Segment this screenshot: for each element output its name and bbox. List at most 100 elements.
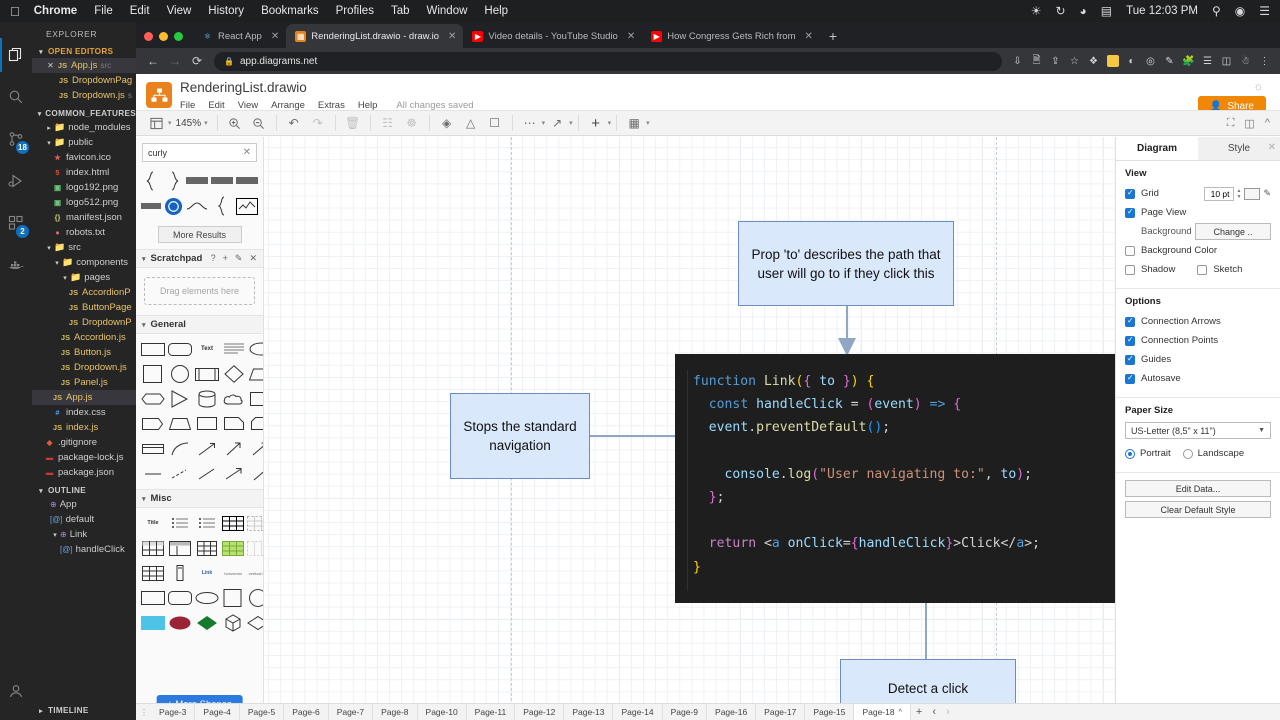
shape-table-header[interactable]: [141, 537, 165, 559]
shape-table-light[interactable]: [247, 537, 263, 559]
shape-horizontal-line[interactable]: horizontal: [222, 562, 244, 584]
shape-rounded-rect[interactable]: [168, 338, 192, 360]
page-tab[interactable]: Page-15: [805, 703, 855, 720]
connection-points-row[interactable]: Connection Points: [1125, 332, 1271, 349]
circle-icon[interactable]: ◐: [1122, 52, 1141, 71]
source-control-icon[interactable]: 18: [0, 118, 32, 160]
address-bar[interactable]: 🔒 app.diagrams.net: [214, 51, 1002, 71]
connection-points-checkbox[interactable]: [1125, 335, 1135, 346]
shape-curve[interactable]: [186, 195, 208, 217]
to-front-icon[interactable]: ☷: [376, 112, 400, 134]
wifi-icon[interactable]: ◕: [1080, 4, 1087, 18]
playlist-icon[interactable]: ☰: [1198, 52, 1217, 71]
add-page-button[interactable]: +: [911, 706, 927, 718]
minimize-window-button[interactable]: [159, 32, 168, 41]
pen-icon[interactable]: ✎: [1160, 52, 1179, 71]
menu-profiles[interactable]: Profiles: [336, 5, 374, 17]
background-change-button[interactable]: Change ..: [1195, 223, 1271, 240]
page-tab[interactable]: Page-9: [663, 703, 708, 720]
shape-note[interactable]: [222, 413, 246, 435]
menu-view[interactable]: View: [167, 5, 192, 17]
page-tab[interactable]: Page-16: [707, 703, 757, 720]
shape-circle[interactable]: [168, 363, 192, 385]
folder-item[interactable]: ▸ 📁 node_modules: [32, 120, 136, 135]
install-icon[interactable]: ⇩: [1008, 52, 1027, 71]
autosave-checkbox[interactable]: [1125, 373, 1135, 384]
tab-close-icon[interactable]: ✕: [448, 31, 456, 42]
explorer-icon[interactable]: [0, 34, 32, 76]
star-icon[interactable]: ☆: [1065, 52, 1084, 71]
file-item[interactable]: JS Button.js: [32, 345, 136, 360]
insert-shape-icon[interactable]: +: [584, 112, 608, 134]
section-open-editors[interactable]: ▾ OPEN EDITORS: [32, 45, 136, 58]
tab-close-icon[interactable]: ✕: [805, 31, 813, 42]
chevron-down-icon[interactable]: ▾: [646, 119, 650, 127]
reload-button[interactable]: ⟳: [186, 50, 208, 72]
shape-square[interactable]: [141, 363, 165, 385]
waypoints-icon[interactable]: ↗: [545, 112, 569, 134]
shape-brace[interactable]: [211, 195, 233, 217]
open-editor-app-js[interactable]: ✕ JS App.js src: [32, 58, 136, 73]
file-item[interactable]: 5 index.html: [32, 165, 136, 180]
spotlight-search-icon[interactable]: ⚲: [1212, 4, 1221, 18]
menu-file[interactable]: File: [94, 5, 113, 17]
redo-icon[interactable]: ↷: [306, 112, 330, 134]
tab-diagram[interactable]: Diagram: [1116, 137, 1198, 160]
folder-item[interactable]: ▾ 📁 public: [32, 135, 136, 150]
page-tab[interactable]: Page-7: [329, 703, 374, 720]
shape-vertical-label[interactable]: [168, 562, 192, 584]
help-icon[interactable]: ?: [211, 253, 216, 264]
shape-text[interactable]: Text: [195, 338, 219, 360]
scratchpad-section-header[interactable]: ▾ Scratchpad ? + ✎ ✕: [136, 249, 263, 268]
add-icon[interactable]: +: [223, 253, 228, 264]
file-item[interactable]: JS App.js: [32, 390, 136, 405]
page-icon[interactable]: 🗎: [1027, 52, 1046, 71]
profile-icon[interactable]: ☃: [1236, 52, 1255, 71]
shape-rectangle[interactable]: [141, 338, 165, 360]
outline-item[interactable]: ⊕ App: [32, 497, 136, 512]
clock[interactable]: Tue 12:03 PM: [1126, 5, 1198, 17]
background-color-checkbox[interactable]: [1125, 245, 1135, 256]
shape-table-dashed[interactable]: [247, 512, 263, 534]
shape-hexagon[interactable]: [141, 388, 165, 410]
delete-icon[interactable]: 🗑: [341, 112, 365, 134]
grid-size-input[interactable]: [1203, 186, 1234, 201]
shape-rect-2[interactable]: [141, 587, 165, 609]
shape-rounded-2[interactable]: [168, 587, 192, 609]
section-timeline[interactable]: ▸ TIMELINE: [32, 702, 136, 720]
file-item[interactable]: JS DropdownP: [32, 315, 136, 330]
shape-lock-badge[interactable]: [164, 195, 183, 217]
menu-bookmarks[interactable]: Bookmarks: [261, 5, 319, 17]
shape-bar-2[interactable]: [211, 170, 233, 192]
shape-sparkline-box[interactable]: [236, 195, 258, 217]
close-window-button[interactable]: [144, 32, 153, 41]
shape-connector-2[interactable]: [195, 463, 219, 485]
shadow-checkbox[interactable]: [1125, 264, 1135, 275]
line-style-icon[interactable]: ⋯: [518, 112, 542, 134]
line-color-icon[interactable]: △: [459, 112, 483, 134]
tab-close-icon[interactable]: ✕: [271, 31, 279, 42]
sketch-checkbox[interactable]: [1197, 264, 1208, 275]
page-tab[interactable]: Page-18 ^: [854, 703, 911, 720]
zoom-control[interactable]: 145% ▾: [172, 118, 212, 129]
section-project-root[interactable]: ▾ COMMON_FEATURES: [32, 107, 136, 120]
puzzle-dark-icon[interactable]: ❖: [1084, 52, 1103, 71]
maximize-window-button[interactable]: [174, 32, 183, 41]
shape-ellipse[interactable]: [249, 338, 263, 360]
shape-textbox[interactable]: [222, 338, 246, 360]
menu-tab[interactable]: Tab: [391, 5, 410, 17]
prev-page-button[interactable]: ‹: [927, 706, 941, 718]
run-debug-icon[interactable]: [0, 160, 32, 202]
shape-title[interactable]: Title: [141, 512, 165, 534]
forward-button[interactable]: →: [164, 50, 186, 72]
close-icon[interactable]: ✕: [249, 253, 257, 264]
fill-color-icon[interactable]: ◈: [435, 112, 459, 134]
theme-toggle-icon[interactable]: ☼: [1253, 79, 1264, 93]
menu-help[interactable]: Help: [484, 5, 508, 17]
chevron-down-icon[interactable]: ▾: [608, 119, 612, 127]
menu-history[interactable]: History: [208, 5, 244, 17]
clear-default-style-button[interactable]: Clear Default Style: [1125, 501, 1271, 518]
file-item[interactable]: JS ButtonPage: [32, 300, 136, 315]
grid-checkbox[interactable]: [1125, 188, 1135, 199]
menu-chrome[interactable]: Chrome: [34, 5, 77, 17]
